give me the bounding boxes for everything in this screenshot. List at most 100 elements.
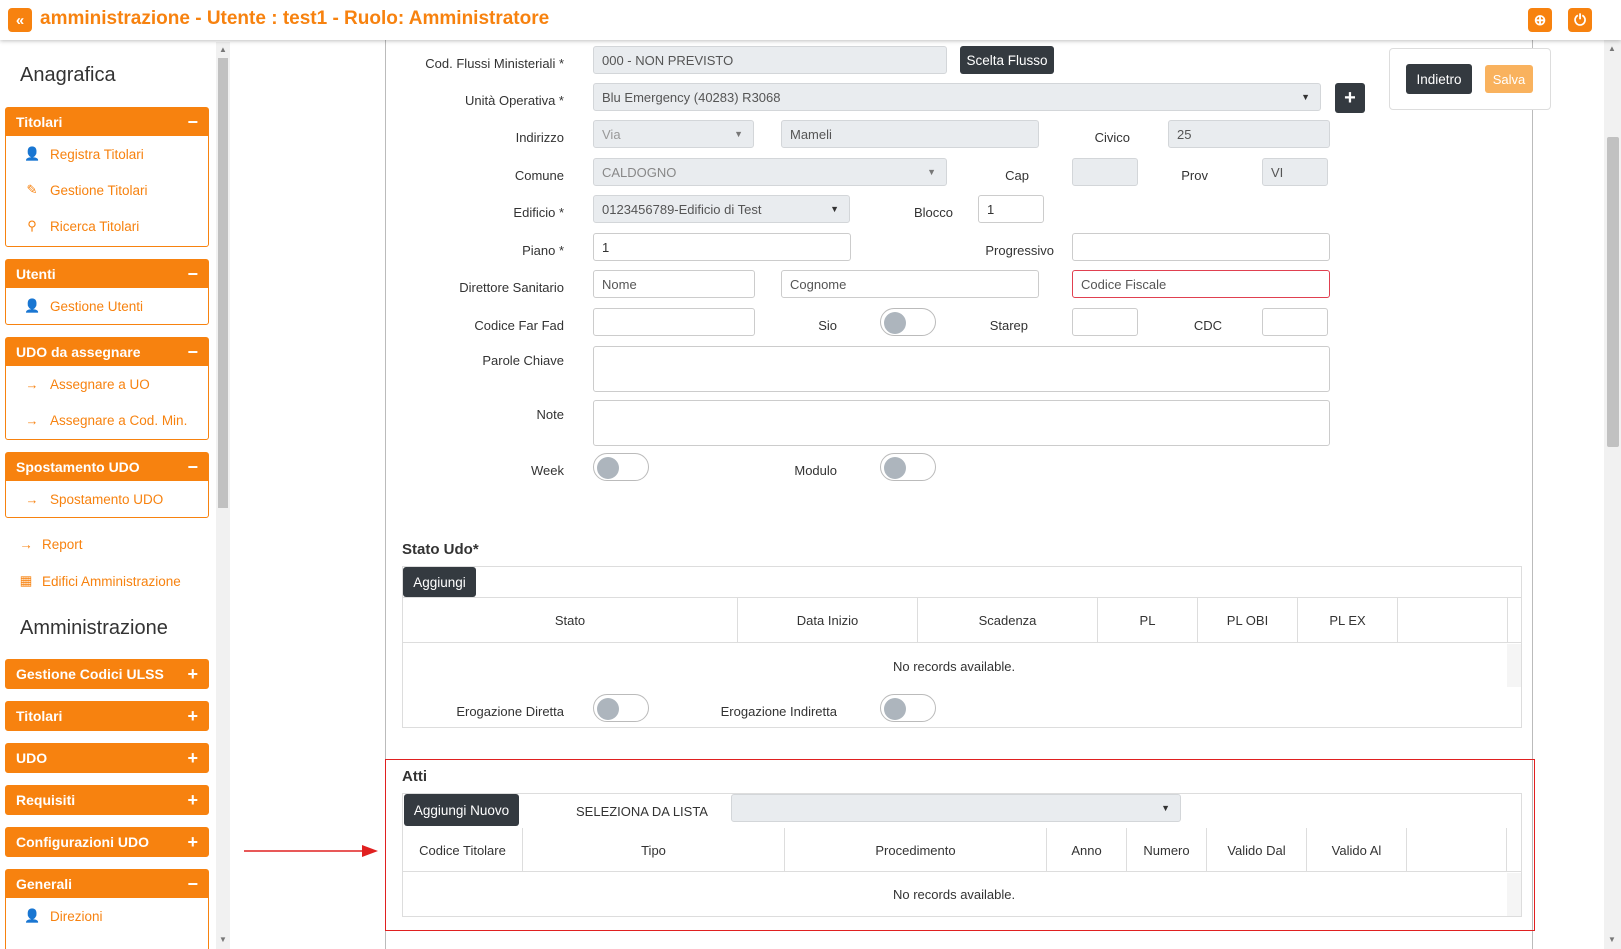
starep-field[interactable] [1072, 308, 1138, 336]
column-header[interactable]: Valido Dal [1207, 828, 1307, 872]
sidebar-group-gestione-codici-ulss[interactable]: Gestione Codici ULSS + [5, 659, 209, 689]
week-toggle[interactable] [593, 453, 649, 481]
piano-field[interactable]: 1 [593, 233, 851, 261]
grid-scrollbar[interactable] [1507, 873, 1521, 916]
sidebar-item-gestione-titolari[interactable]: ✎ Gestione Titolari [6, 172, 208, 208]
scroll-up-icon[interactable]: ▲ [219, 45, 227, 54]
group-label: Gestione Codici ULSS [16, 666, 164, 682]
sidebar-group-configurazioni-udo[interactable]: Configurazioni UDO + [5, 827, 209, 857]
salva-button[interactable]: Salva [1485, 65, 1533, 93]
sidebar-group-spostamento: Spostamento UDO − → Spostamento UDO [5, 452, 209, 518]
scelta-flusso-button[interactable]: Scelta Flusso [960, 46, 1054, 74]
expand-icon[interactable]: + [187, 832, 198, 853]
progressivo-field[interactable] [1072, 233, 1330, 261]
sidebar-group-titolari-admin[interactable]: Titolari + [5, 701, 209, 731]
column-header[interactable]: Valido Al [1307, 828, 1407, 872]
sidebar-link-report[interactable]: → Report [18, 537, 82, 552]
sidebar-group-header[interactable]: Utenti − [6, 260, 208, 288]
column-header[interactable]: Tipo [523, 828, 785, 872]
unita-operativa-select[interactable]: Blu Emergency (40283) R3068 ▼ [593, 83, 1321, 111]
starep-label: Starep [989, 318, 1028, 333]
power-icon[interactable]: ⏻ [1568, 8, 1592, 32]
blocco-field[interactable]: 1 [978, 195, 1044, 223]
cognome-field[interactable]: Cognome [781, 270, 1039, 298]
note-label: Note [536, 407, 564, 422]
collapse-icon[interactable]: − [187, 264, 198, 285]
chevron-down-icon: ▼ [1161, 803, 1170, 813]
sidebar-link-edifici[interactable]: ▦ Edifici Amministrazione [18, 573, 181, 589]
column-header[interactable]: Scadenza [918, 598, 1098, 642]
sidebar-item-assegnare-uo[interactable]: → Assegnare a UO [6, 366, 208, 402]
sidebar-group-header[interactable]: Generali − [6, 870, 208, 898]
codice-fiscale-field[interactable]: Codice Fiscale [1072, 270, 1330, 298]
sidebar-heading-amministrazione: Amministrazione [20, 617, 168, 639]
expand-icon[interactable]: + [187, 748, 198, 769]
scroll-down-icon[interactable]: ▼ [219, 935, 227, 944]
sidebar-item-label: Gestione Utenti [50, 298, 144, 314]
sidebar-item-spostamento-udo[interactable]: → Spostamento UDO [6, 481, 208, 517]
collapse-icon[interactable]: − [187, 342, 198, 363]
scroll-down-icon[interactable]: ▼ [1608, 935, 1616, 944]
collapse-icon[interactable]: − [187, 457, 198, 478]
nome-field[interactable]: Nome [593, 270, 755, 298]
cdc-field[interactable] [1262, 308, 1328, 336]
app-title: amministrazione - Utente : test1 - Ruolo… [40, 8, 550, 29]
civico-label: Civico [1094, 130, 1130, 145]
seleziona-lista-select[interactable]: ▼ [731, 794, 1181, 822]
atti-title: Atti [402, 768, 427, 785]
erogazione-diretta-toggle[interactable] [593, 694, 649, 722]
field-value: 0123456789-Edificio di Test [602, 201, 762, 217]
column-header[interactable]: Data Inizio [738, 598, 918, 642]
sidebar-item-label: Assegnare a Cod. Min. [50, 412, 188, 428]
field-value: CALDOGNO [602, 164, 677, 180]
direttore-sanitario-label: Direttore Sanitario [459, 280, 564, 295]
sidebar-item-direzioni[interactable]: 👤 Direzioni [6, 898, 208, 934]
sidebar-item-assegnare-cod-min[interactable]: → Assegnare a Cod. Min. [6, 402, 208, 438]
column-header[interactable]: Codice Titolare [403, 828, 523, 872]
aggiungi-stato-button[interactable]: Aggiungi [403, 567, 476, 597]
sidebar-group-header[interactable]: UDO da assegnare − [6, 338, 208, 366]
column-header[interactable]: PL [1098, 598, 1198, 642]
column-header[interactable]: Numero [1127, 828, 1207, 872]
column-header[interactable]: PL EX [1298, 598, 1398, 642]
aggiungi-nuovo-button[interactable]: Aggiungi Nuovo [404, 794, 519, 826]
sidebar-group-udo[interactable]: UDO + [5, 743, 209, 773]
expand-icon[interactable]: + [187, 664, 198, 685]
collapse-sidebar-icon[interactable]: « [8, 8, 32, 32]
sidebar-item-ricerca-titolari[interactable]: ⚲ Ricerca Titolari [6, 208, 208, 244]
indietro-button[interactable]: Indietro [1406, 64, 1472, 94]
erogazione-indiretta-toggle[interactable] [880, 694, 936, 722]
collapse-icon[interactable]: − [187, 112, 198, 133]
codice-far-fad-field[interactable] [593, 308, 755, 336]
sidebar-group-requisiti[interactable]: Requisiti + [5, 785, 209, 815]
chevron-down-icon: ▼ [1301, 92, 1310, 102]
expand-icon[interactable]: + [187, 706, 198, 727]
sidebar-scrollbar-thumb[interactable] [218, 58, 228, 508]
modulo-label: Modulo [794, 463, 837, 478]
column-header[interactable]: Anno [1047, 828, 1127, 872]
page-scrollbar-thumb[interactable] [1607, 137, 1619, 447]
collapse-icon[interactable]: − [187, 874, 198, 895]
column-header[interactable]: Stato [403, 598, 738, 642]
parole-chiave-textarea[interactable] [593, 346, 1330, 392]
column-header[interactable]: Procedimento [785, 828, 1047, 872]
scroll-up-icon[interactable]: ▲ [1608, 44, 1616, 53]
note-textarea[interactable] [593, 400, 1330, 446]
parole-chiave-label: Parole Chiave [482, 353, 564, 368]
sidebar-item-registra-titolari[interactable]: 👤 Registra Titolari [6, 136, 208, 172]
toggle-knob [597, 457, 619, 479]
globe-icon[interactable]: ⊕ [1528, 8, 1552, 32]
sidebar-group-header[interactable]: Titolari − [6, 108, 208, 136]
add-unita-button[interactable]: + [1335, 83, 1365, 113]
edificio-select[interactable]: 0123456789-Edificio di Test ▼ [593, 195, 850, 223]
field-value: VI [1271, 164, 1284, 180]
modulo-toggle[interactable] [880, 453, 936, 481]
sidebar-group-header[interactable]: Spostamento UDO − [6, 453, 208, 481]
stato-udo-grid: Aggiungi Stato Data Inizio Scadenza PL P… [402, 566, 1522, 728]
grid-scrollbar[interactable] [1507, 644, 1521, 687]
edit-icon: ✎ [26, 182, 38, 197]
column-header[interactable]: PL OBI [1198, 598, 1298, 642]
sidebar-item-gestione-utenti[interactable]: 👤 Gestione Utenti [6, 288, 208, 324]
expand-icon[interactable]: + [187, 790, 198, 811]
sio-toggle[interactable] [880, 308, 936, 336]
